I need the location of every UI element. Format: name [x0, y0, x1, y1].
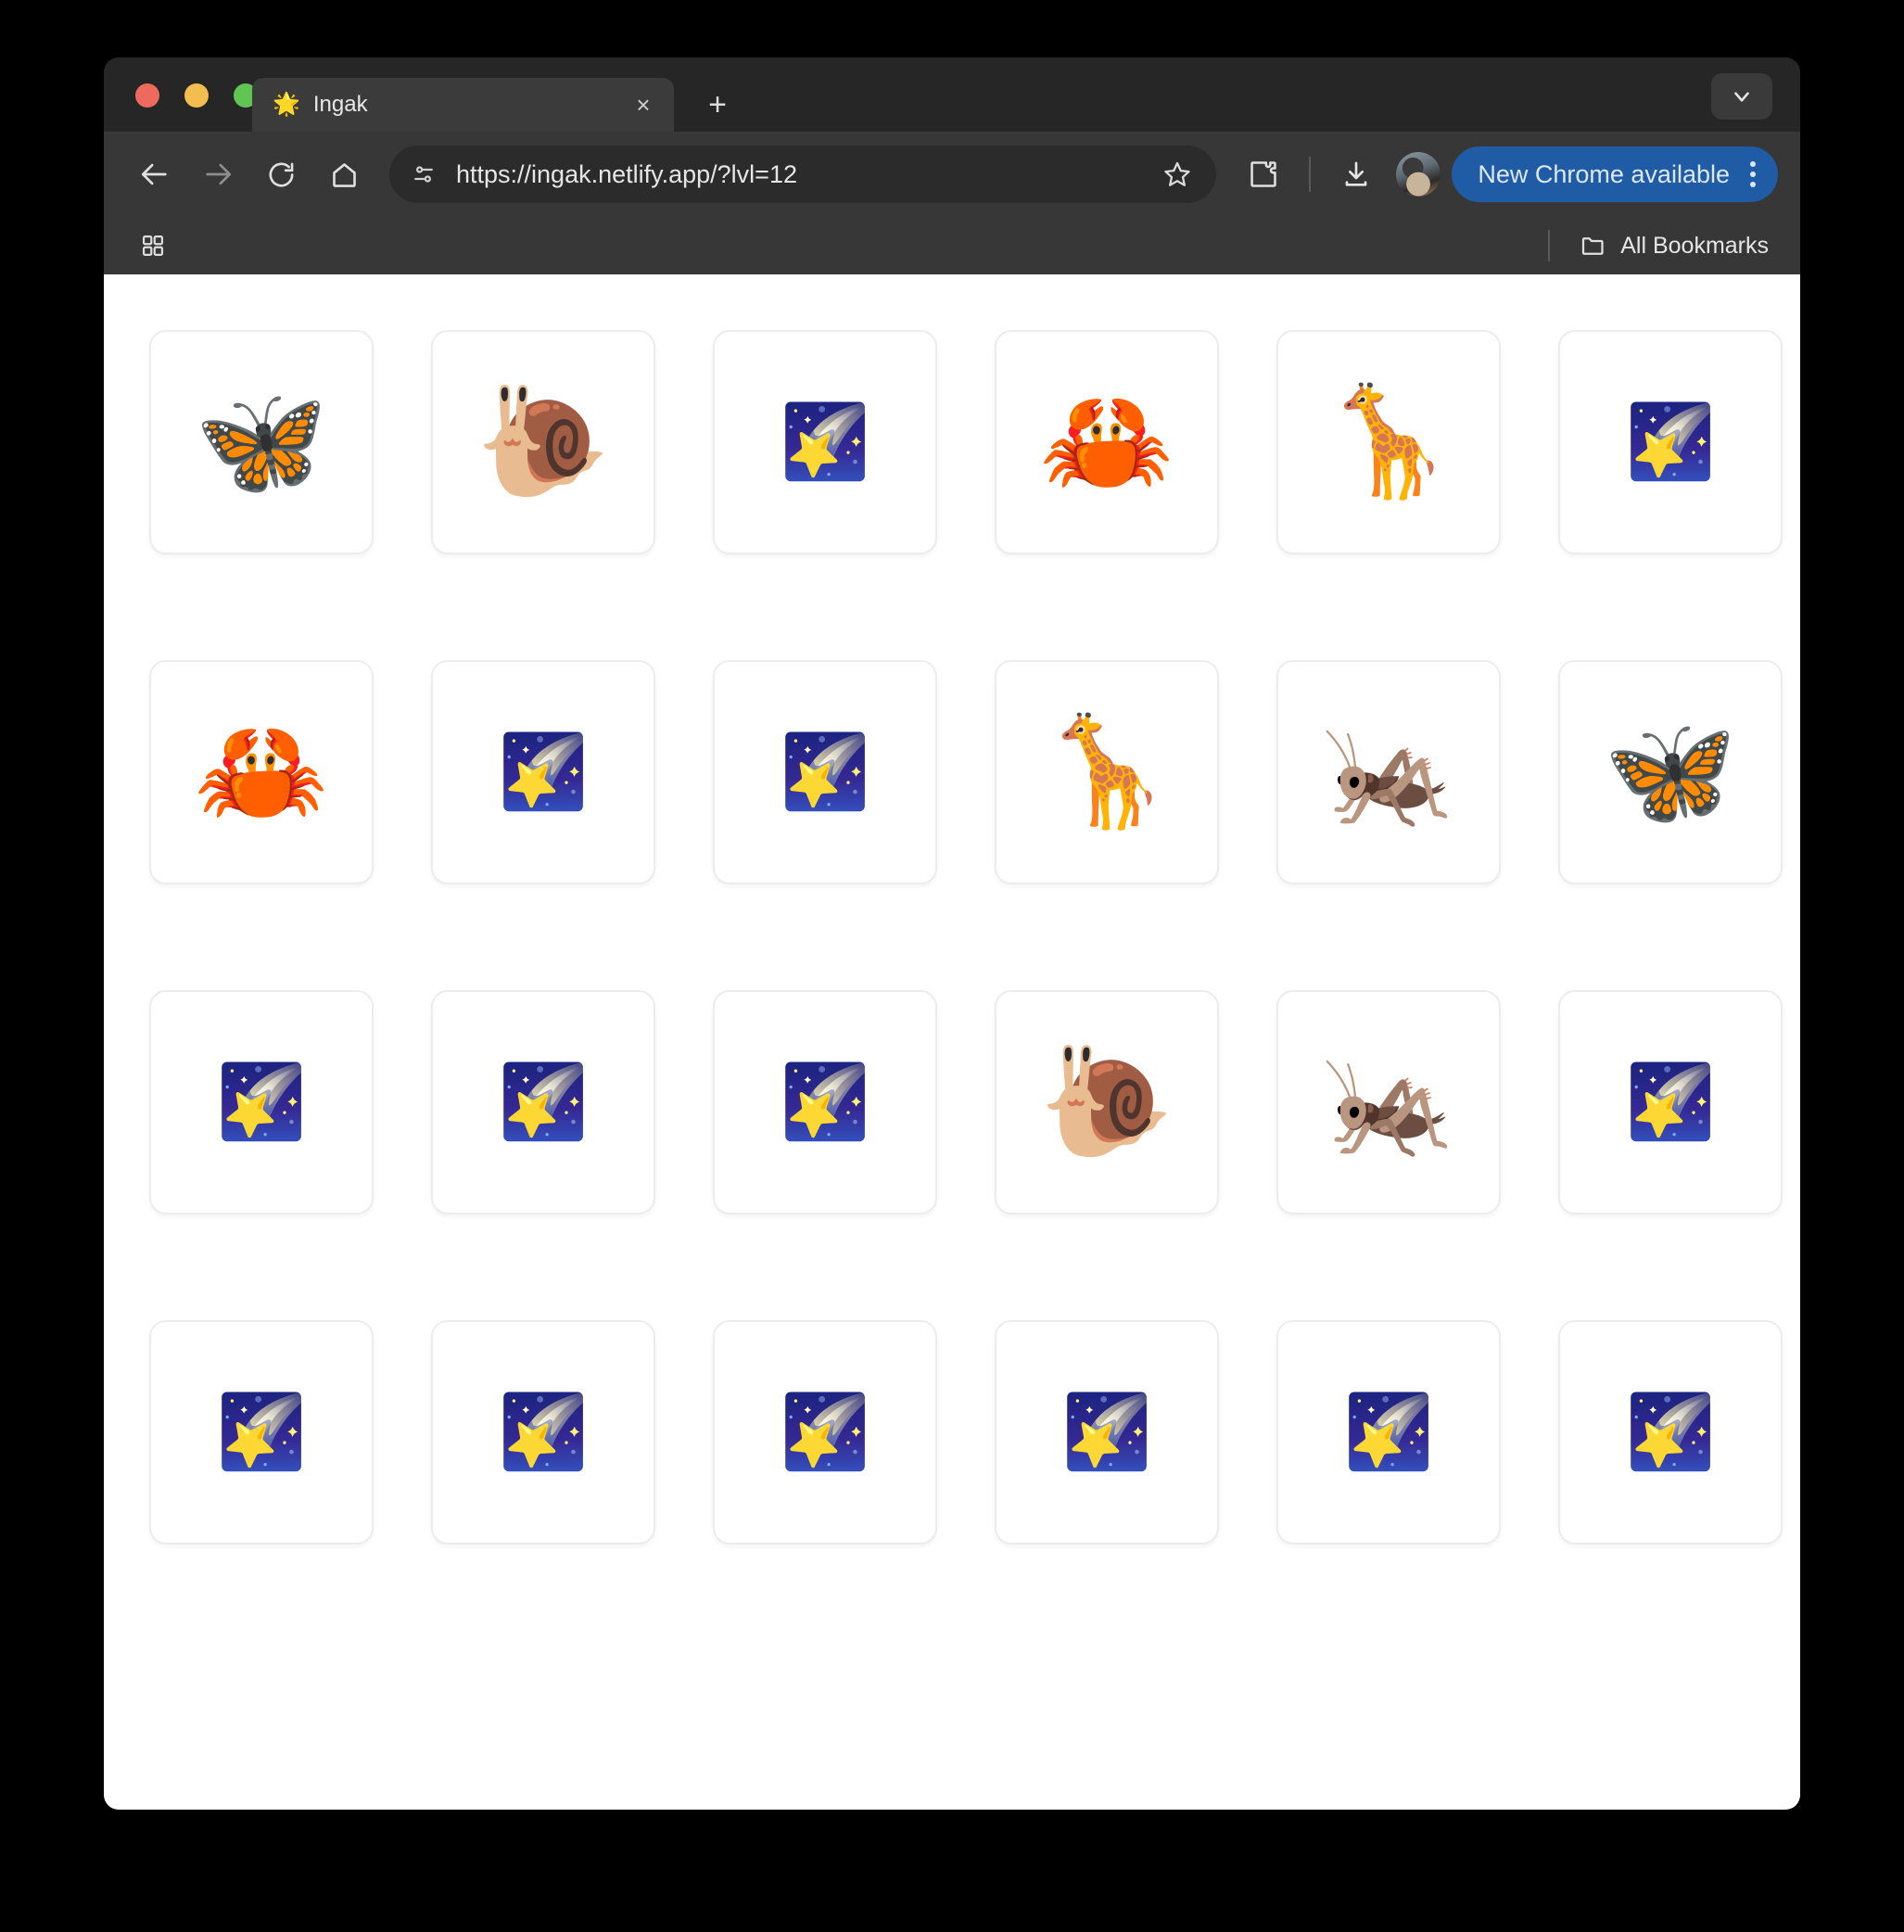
memory-card-20-shooting-star[interactable]: 🌠 — [713, 1320, 937, 1544]
extensions-button[interactable] — [1235, 146, 1292, 203]
bookmarks-divider — [1548, 230, 1550, 261]
shooting-star-emoji: 🌠 — [1061, 1396, 1151, 1468]
memory-card-0-butterfly[interactable]: 🦋 — [149, 330, 374, 554]
memory-card-9-giraffe[interactable]: 🦒 — [995, 660, 1219, 884]
memory-card-17-shooting-star[interactable]: 🌠 — [1558, 990, 1783, 1214]
crab-emoji: 🦀 — [1040, 388, 1174, 496]
site-settings-icon — [410, 160, 438, 188]
reload-button[interactable] — [252, 146, 310, 203]
shooting-star-emoji: 🌠 — [498, 736, 588, 808]
close-window-button[interactable] — [135, 83, 159, 108]
shooting-star-emoji: 🌠 — [1625, 1066, 1715, 1138]
home-button[interactable] — [315, 146, 373, 203]
download-icon — [1341, 159, 1371, 189]
snail-emoji: 🐌 — [1040, 1049, 1174, 1156]
shooting-star-emoji: 🌠 — [780, 1066, 869, 1138]
update-button-label: New Chrome available — [1478, 160, 1730, 189]
new-chrome-available-button[interactable]: New Chrome available — [1452, 146, 1778, 202]
browser-tab-ingak[interactable]: 🌟 Ingak × — [252, 78, 674, 132]
minimize-window-button[interactable] — [184, 83, 209, 108]
memory-card-4-giraffe[interactable]: 🦒 — [1276, 330, 1501, 554]
star-favicon-icon: 🌟 — [273, 94, 300, 116]
puzzle-piece-icon — [1248, 159, 1279, 190]
memory-card-16-cricket[interactable]: 🦗 — [1276, 990, 1501, 1214]
bookmarks-bar: All Bookmarks — [104, 217, 1800, 274]
home-icon — [329, 159, 360, 190]
memory-card-8-shooting-star[interactable]: 🌠 — [713, 660, 937, 884]
shooting-star-emoji: 🌠 — [780, 736, 869, 808]
memory-card-13-shooting-star[interactable]: 🌠 — [431, 990, 655, 1214]
all-bookmarks-label: All Bookmarks — [1620, 233, 1769, 260]
shooting-star-emoji: 🌠 — [216, 1066, 306, 1138]
page-content: 🦋 🐌 🌠 🦀 🦒 🌠 🦀 🌠 🌠 🦒 🦗 🦋 🌠 🌠 🌠 🐌 🦗 🌠 🌠 🌠 🌠 🌠 🌠 🌠 — [104, 274, 1800, 1810]
downloads-button[interactable] — [1327, 146, 1385, 203]
window-traffic-lights — [135, 83, 258, 108]
address-bar[interactable]: https://ingak.netlify.app/?lvl=12 — [389, 146, 1216, 203]
memory-card-12-shooting-star[interactable]: 🌠 — [149, 990, 374, 1214]
cricket-emoji: 🦗 — [1322, 1049, 1455, 1156]
folder-icon — [1580, 232, 1607, 260]
tab-title: Ingak — [313, 92, 628, 118]
profile-avatar-button[interactable] — [1396, 152, 1441, 197]
snail-emoji: 🐌 — [476, 388, 610, 496]
reload-icon — [266, 159, 297, 190]
memory-card-11-butterfly[interactable]: 🦋 — [1558, 660, 1783, 884]
apps-grid-icon — [140, 233, 166, 259]
shooting-star-emoji: 🌠 — [1625, 406, 1715, 478]
memory-card-15-snail[interactable]: 🐌 — [995, 990, 1219, 1214]
url-text[interactable]: https://ingak.netlify.app/?lvl=12 — [456, 160, 1157, 189]
tab-strip: 🌟 Ingak × + — [104, 57, 1800, 132]
forward-button[interactable] — [189, 146, 247, 203]
memory-card-23-shooting-star[interactable]: 🌠 — [1558, 1320, 1783, 1544]
memory-card-10-cricket[interactable]: 🦗 — [1276, 660, 1501, 884]
memory-card-2-shooting-star[interactable]: 🌠 — [713, 330, 937, 554]
all-bookmarks-button[interactable]: All Bookmarks — [1570, 226, 1778, 265]
memory-card-3-crab[interactable]: 🦀 — [995, 330, 1219, 554]
memory-card-6-crab[interactable]: 🦀 — [149, 660, 374, 884]
back-arrow-icon — [139, 159, 171, 190]
browser-toolbar: https://ingak.netlify.app/?lvl=12 New Ch… — [104, 132, 1800, 217]
memory-card-18-shooting-star[interactable]: 🌠 — [149, 1320, 374, 1544]
new-tab-button[interactable]: + — [694, 82, 741, 128]
memory-card-5-shooting-star[interactable]: 🌠 — [1558, 330, 1783, 554]
tab-search-button[interactable] — [1711, 73, 1772, 120]
memory-card-7-shooting-star[interactable]: 🌠 — [431, 660, 655, 884]
memory-card-grid: 🦋 🐌 🌠 🦀 🦒 🌠 🦀 🌠 🌠 🦒 🦗 🦋 🌠 🌠 🌠 🐌 🦗 🌠 🌠 🌠 🌠 🌠 🌠 🌠 — [104, 330, 1800, 1544]
shooting-star-emoji: 🌠 — [498, 1396, 588, 1468]
memory-card-22-shooting-star[interactable]: 🌠 — [1276, 1320, 1501, 1544]
cricket-emoji: 🦗 — [1322, 718, 1455, 826]
three-dot-menu-icon[interactable] — [1739, 161, 1767, 187]
browser-window: 🌟 Ingak × + — [104, 57, 1800, 1810]
forward-arrow-icon — [202, 159, 234, 190]
shooting-star-emoji: 🌠 — [1343, 1396, 1433, 1468]
bookmark-page-button[interactable] — [1157, 154, 1198, 195]
chevron-down-icon — [1730, 84, 1754, 108]
shooting-star-emoji: 🌠 — [216, 1396, 306, 1468]
shooting-star-emoji: 🌠 — [1625, 1396, 1715, 1468]
giraffe-emoji: 🦒 — [1322, 388, 1455, 496]
butterfly-emoji: 🦋 — [195, 388, 328, 496]
apps-shortcut-button[interactable] — [132, 224, 174, 267]
close-tab-icon[interactable]: × — [628, 93, 659, 117]
toolbar-divider — [1309, 157, 1311, 192]
crab-emoji: 🦀 — [195, 718, 328, 826]
site-settings-button[interactable] — [402, 153, 445, 196]
memory-card-19-shooting-star[interactable]: 🌠 — [431, 1320, 655, 1544]
memory-card-21-shooting-star[interactable]: 🌠 — [995, 1320, 1219, 1544]
star-outline-icon — [1162, 159, 1192, 189]
memory-card-1-snail[interactable]: 🐌 — [431, 330, 655, 554]
shooting-star-emoji: 🌠 — [780, 1396, 869, 1468]
back-button[interactable] — [126, 146, 184, 203]
memory-card-14-shooting-star[interactable]: 🌠 — [713, 990, 937, 1214]
tabs-area: 🌟 Ingak × + — [252, 78, 741, 132]
shooting-star-emoji: 🌠 — [780, 406, 869, 478]
butterfly-emoji: 🦋 — [1604, 718, 1737, 826]
giraffe-emoji: 🦒 — [1040, 718, 1174, 826]
shooting-star-emoji: 🌠 — [498, 1066, 588, 1138]
